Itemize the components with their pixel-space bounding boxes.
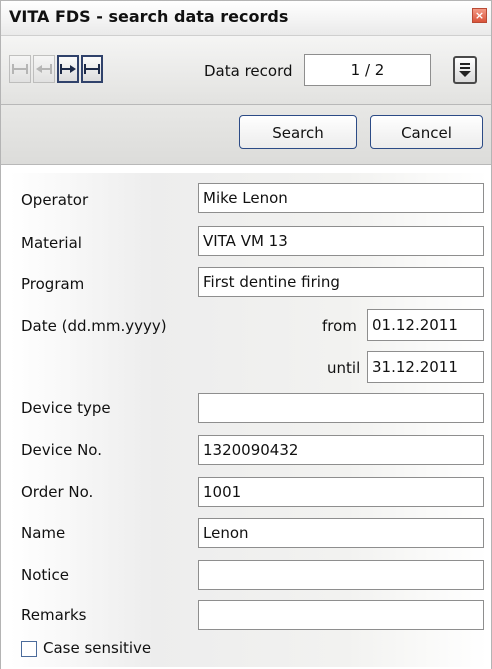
remarks-field[interactable]	[198, 600, 484, 630]
title-bar: VITA FDS - search data records ×	[1, 1, 491, 36]
program-field[interactable]: First dentine firing	[198, 267, 484, 297]
program-label: Program	[21, 275, 85, 293]
last-record-icon	[84, 64, 100, 74]
record-toolbar: Data record 1 / 2	[1, 36, 491, 105]
next-record-button[interactable]	[57, 55, 79, 83]
name-label: Name	[21, 524, 66, 542]
data-record-label: Data record	[204, 62, 293, 80]
material-label: Material	[21, 234, 82, 252]
date-from-field[interactable]: 01.12.2011	[367, 309, 484, 341]
operator-field[interactable]: Mike Lenon	[198, 183, 484, 213]
notice-label: Notice	[21, 566, 69, 584]
case-sensitive-checkbox[interactable]	[21, 641, 37, 657]
record-navigation	[9, 53, 103, 87]
device-type-label: Device type	[21, 399, 111, 417]
cancel-button[interactable]: Cancel	[370, 115, 483, 149]
last-record-button[interactable]	[81, 55, 103, 83]
date-until-field[interactable]: 31.12.2011	[367, 351, 484, 383]
remarks-label: Remarks	[21, 606, 87, 624]
data-record-counter: 1 / 2	[304, 54, 431, 86]
device-no-field[interactable]: 1320090432	[198, 435, 484, 465]
search-dialog: VITA FDS - search data records × Data re…	[0, 0, 492, 669]
name-field[interactable]: Lenon	[198, 518, 484, 548]
date-label: Date (dd.mm.yyyy)	[21, 317, 167, 335]
close-button[interactable]: ×	[472, 8, 487, 23]
material-field[interactable]: VITA VM 13	[198, 226, 484, 256]
record-dropdown-button[interactable]	[453, 56, 477, 84]
search-form: Operator Mike Lenon Material VITA VM 13 …	[1, 165, 491, 669]
next-record-icon	[60, 64, 76, 74]
previous-record-button[interactable]	[33, 55, 55, 83]
case-sensitive-label[interactable]: Case sensitive	[43, 639, 151, 657]
date-until-label: until	[327, 359, 361, 377]
order-no-field[interactable]: 1001	[198, 477, 484, 507]
action-bar: Search Cancel	[1, 105, 491, 165]
date-from-label: from	[322, 317, 357, 335]
operator-label: Operator	[21, 191, 89, 209]
window-title: VITA FDS - search data records	[9, 7, 289, 26]
notice-field[interactable]	[198, 560, 484, 590]
previous-record-icon	[36, 64, 52, 74]
search-button[interactable]: Search	[239, 115, 357, 149]
device-no-label: Device No.	[21, 441, 102, 459]
first-record-icon	[12, 64, 28, 74]
dropdown-arrow-icon	[459, 63, 471, 77]
order-no-label: Order No.	[21, 483, 94, 501]
device-type-field[interactable]	[198, 393, 484, 423]
first-record-button[interactable]	[9, 55, 31, 83]
